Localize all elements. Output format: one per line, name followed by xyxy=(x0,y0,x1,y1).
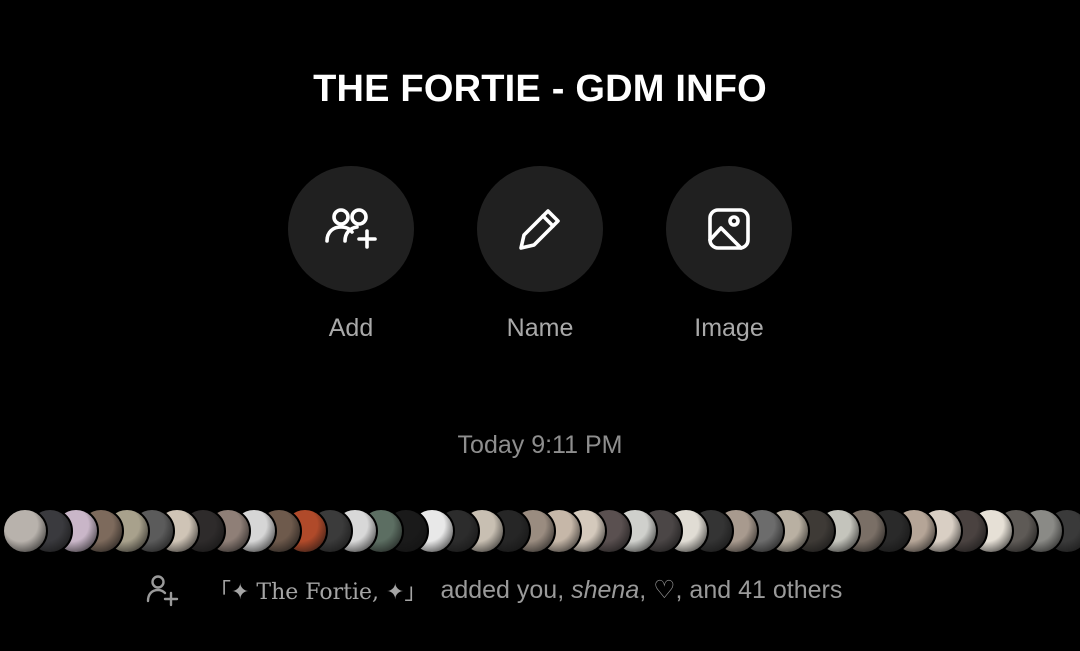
group-title: THE FORTIE - GDM INFO xyxy=(313,68,767,110)
add-member-action[interactable]: Add xyxy=(288,166,414,343)
add-people-icon xyxy=(325,208,377,249)
group-info-screen: THE FORTIE - GDM INFO Add Name Image Tod… xyxy=(0,0,1080,651)
system-message: 「✦ The Fortie, ✦」 added you, shena , ♡, … xyxy=(145,572,842,608)
member-avatar-strip[interactable] xyxy=(2,508,1080,556)
add-member-button[interactable] xyxy=(288,166,414,292)
pencil-icon xyxy=(519,209,560,250)
name-label: Name xyxy=(506,314,574,342)
rename-button[interactable] xyxy=(477,166,603,292)
image-label: Image xyxy=(694,314,764,342)
person-add-icon xyxy=(146,575,179,607)
member-avatar[interactable] xyxy=(2,508,48,554)
add-label: Add xyxy=(328,314,374,342)
message-timestamp: Today 9:11 PM xyxy=(457,431,623,459)
image-icon xyxy=(708,208,750,250)
action-row: Add Name Image xyxy=(288,166,792,343)
system-text-prefix: added you, xyxy=(440,575,572,604)
group-name-text[interactable]: 「✦ The Fortie, ✦」 xyxy=(209,574,426,606)
system-text-suffix: , ♡, and 41 others xyxy=(639,576,843,604)
member-name[interactable]: shena xyxy=(571,576,639,605)
change-image-button[interactable] xyxy=(666,166,792,292)
change-image-action[interactable]: Image xyxy=(666,166,792,343)
rename-action[interactable]: Name xyxy=(477,166,603,343)
